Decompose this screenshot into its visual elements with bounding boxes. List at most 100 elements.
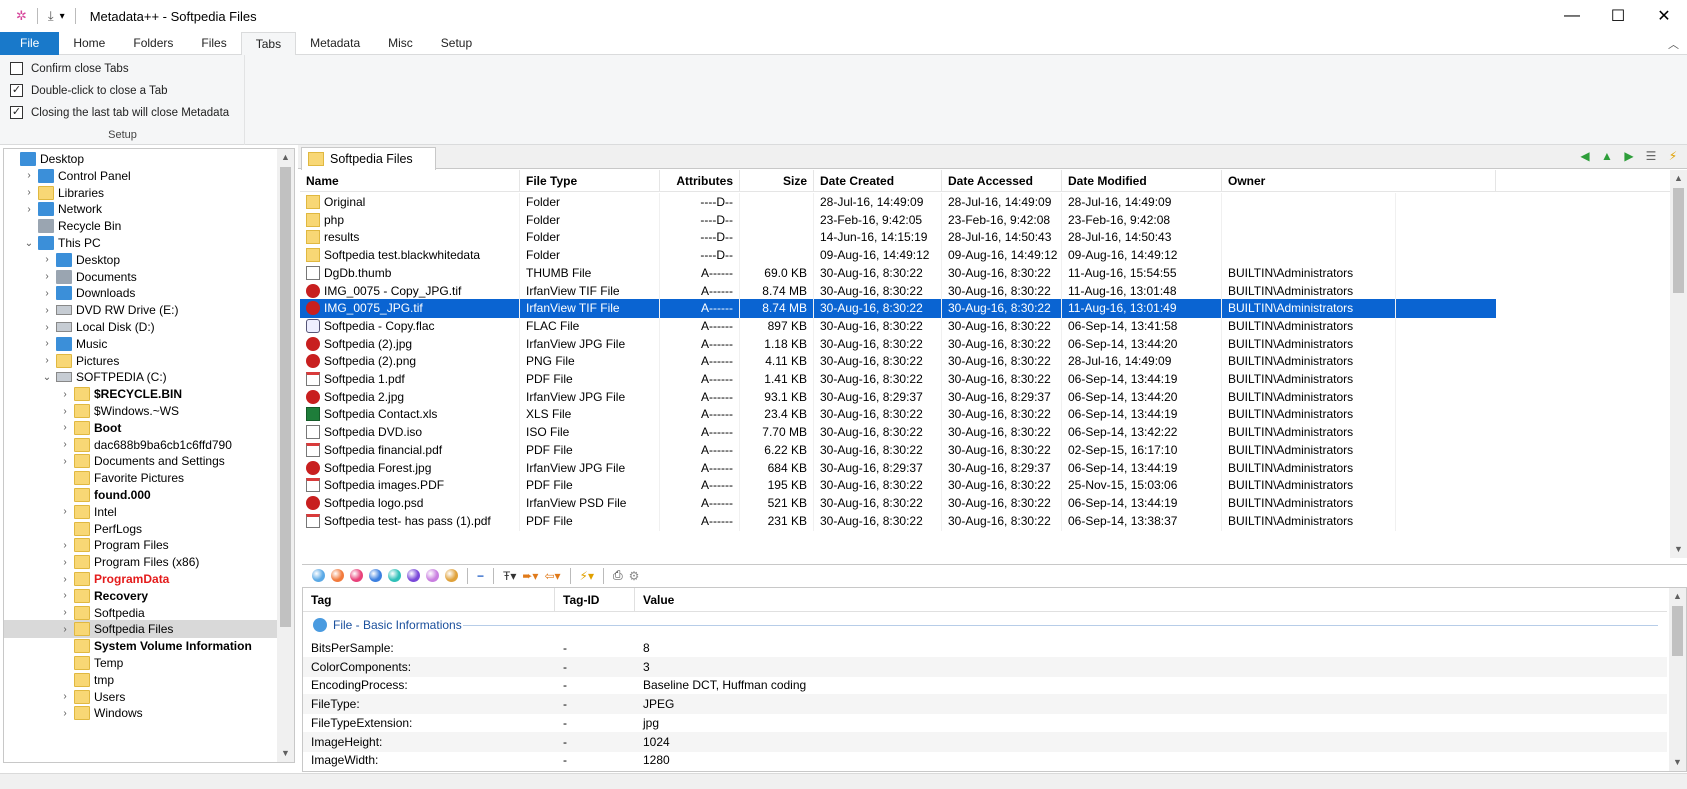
actions-icon[interactable]: ⚡ (1665, 148, 1681, 164)
tree-item[interactable]: › Recovery (4, 587, 279, 605)
file-row[interactable]: Softpedia Forest.jpg IrfanView JPG File A-… (300, 458, 1496, 478)
file-row[interactable]: Softpedia test.blackwhitedata Folder ----D… (300, 246, 1496, 266)
chevron-right-icon[interactable]: › (60, 406, 70, 417)
tab-home[interactable]: Home (59, 32, 119, 55)
chevron-right-icon[interactable]: › (42, 338, 52, 349)
chevron-right-icon[interactable]: › (42, 322, 52, 333)
scroll-down-icon[interactable]: ▼ (1670, 541, 1687, 558)
column-header-size[interactable]: Size (740, 170, 814, 192)
color-filter-dot-icon[interactable] (445, 569, 458, 582)
file-row[interactable]: Softpedia (2).jpg IrfanView JPG File A----… (300, 334, 1496, 354)
tree-item[interactable]: › DVD RW Drive (E:) (4, 301, 279, 319)
file-row[interactable]: Softpedia (2).png PNG File A------ 4.11 KB 3… (300, 352, 1496, 372)
tag-row[interactable]: BitsPerSample: - 8 (303, 638, 1667, 658)
tab-file[interactable]: File (0, 32, 60, 55)
tab-metadata[interactable]: Metadata (296, 32, 374, 55)
tree-item[interactable]: Favorite Pictures (4, 469, 279, 487)
tag-row[interactable]: ImageHeight: - 1024 (303, 731, 1667, 752)
tree-item[interactable]: › Boot (4, 419, 279, 437)
chevron-right-icon[interactable]: › (42, 254, 52, 265)
tree-item[interactable]: › $RECYCLE.BIN (4, 385, 279, 403)
chevron-right-icon[interactable]: › (60, 590, 70, 601)
file-row[interactable]: IMG_0075 - Copy_JPG.tif IrfanView TIF Fil… (300, 281, 1496, 301)
color-filter-dot-icon[interactable] (426, 569, 439, 582)
tree-item[interactable]: › Softpedia Files (4, 620, 279, 639)
scroll-down-icon[interactable]: ▼ (277, 745, 294, 762)
file-list-scrollbar[interactable]: ▲ ▼ (1670, 170, 1687, 558)
chevron-right-icon[interactable]: › (60, 439, 70, 450)
column-header-date-accessed[interactable]: Date Accessed (942, 170, 1062, 192)
double-click-close-option[interactable]: ✓ Double-click to close a Tab (10, 84, 168, 97)
tree-item[interactable]: › Pictures (4, 352, 279, 370)
chevron-right-icon[interactable]: › (24, 204, 34, 215)
chevron-right-icon[interactable]: › (42, 271, 52, 282)
chevron-right-icon[interactable]: › (60, 557, 70, 568)
tab-setup[interactable]: Setup (427, 32, 486, 55)
tree-item[interactable]: Temp (4, 654, 279, 672)
file-row[interactable]: Softpedia Contact.xls XLS File A------ 23.4… (300, 405, 1496, 425)
file-row[interactable]: php Folder ----D-- 23-Feb-16, 9:42:05 23-Feb… (300, 210, 1496, 230)
chevron-down-icon[interactable]: ⌄ (24, 238, 34, 249)
file-row[interactable]: Softpedia financial.pdf PDF File A------ 6.… (300, 440, 1496, 460)
collapse-ribbon-icon[interactable]: ︿ (1668, 36, 1679, 52)
file-row[interactable]: Softpedia 1.pdf PDF File A------ 1.41 KB 30-… (300, 370, 1496, 389)
tab-misc[interactable]: Misc (374, 32, 427, 55)
tab-folders[interactable]: Folders (119, 32, 187, 55)
color-filter-dot-icon[interactable] (388, 569, 401, 582)
back-icon[interactable]: ◀ (1577, 148, 1593, 164)
close-last-tab-option[interactable]: ✓ Closing the last tab will close Metada… (10, 106, 229, 119)
column-header-date-modified[interactable]: Date Modified (1062, 170, 1222, 192)
file-row[interactable]: Softpedia - Copy.flac FLAC File A------ 897… (300, 316, 1496, 336)
forward-arrow-icon[interactable]: ➨▾ (522, 569, 538, 583)
chevron-right-icon[interactable]: › (60, 607, 70, 618)
tab-files[interactable]: Files (187, 32, 240, 55)
chevron-right-icon[interactable]: › (42, 355, 52, 366)
tree-item[interactable]: › Libraries (4, 184, 279, 202)
print-icon[interactable]: ⎙ (613, 568, 623, 583)
tree-item[interactable]: › Network (4, 200, 279, 218)
tree-item[interactable]: › Control Panel (4, 167, 279, 185)
maximize-button[interactable]: ☐ (1595, 0, 1641, 32)
tree-item[interactable]: › Desktop (4, 251, 279, 269)
scroll-up-icon[interactable]: ▲ (1670, 170, 1687, 187)
chevron-right-icon[interactable]: › (60, 456, 70, 467)
tag-row[interactable]: EncodingProcess: - Baseline DCT, Huffman c… (303, 675, 1667, 695)
color-filter-dot-icon[interactable] (369, 569, 382, 582)
tag-row[interactable]: FileTypeExtension: - jpg (303, 713, 1667, 733)
tree-item[interactable]: › Music (4, 335, 279, 353)
chevron-right-icon[interactable]: › (24, 170, 34, 181)
column-header-name[interactable]: Name (300, 170, 520, 192)
chevron-right-icon[interactable]: › (60, 708, 70, 719)
tree-item[interactable]: Desktop (4, 150, 279, 168)
file-row[interactable]: Softpedia images.PDF PDF File A------ 195 K… (300, 476, 1496, 496)
chevron-right-icon[interactable]: › (24, 187, 34, 198)
chevron-right-icon[interactable]: › (60, 691, 70, 702)
tree-item[interactable]: › Program Files (4, 536, 279, 554)
tree-item[interactable]: tmp (4, 671, 279, 689)
chevron-right-icon[interactable]: › (60, 389, 70, 400)
chevron-right-icon[interactable]: › (60, 624, 70, 635)
file-row[interactable]: Softpedia test- has pass (1).pdf PDF File… (300, 511, 1496, 531)
tree-item[interactable]: › ProgramData (4, 570, 279, 588)
file-row[interactable]: Original Folder ----D-- 28-Jul-16, 14:49:09… (300, 193, 1496, 212)
tree-item[interactable]: ⌄ SOFTPEDIA (C:) (4, 368, 279, 386)
file-row[interactable]: DgDb.thumb THUMB File A------ 69.0 KB 30-Aug… (300, 263, 1496, 283)
tag-row[interactable]: FileType: - JPEG (303, 694, 1667, 715)
tree-item[interactable]: › dac688b9ba6cb1c6ffd790 (4, 436, 279, 454)
column-header-file-type[interactable]: File Type (520, 170, 660, 192)
column-header-attributes[interactable]: Attributes (660, 170, 740, 192)
chevron-right-icon[interactable]: › (42, 305, 52, 316)
file-row[interactable]: IMG_0075_JPG.tif IrfanView TIF File A-----… (300, 299, 1496, 319)
view-options-icon[interactable]: ☰ (1643, 148, 1659, 164)
confirm-close-tabs-option[interactable]: Confirm close Tabs (10, 62, 129, 75)
scroll-thumb[interactable] (1673, 188, 1684, 293)
color-filter-dot-icon[interactable] (331, 569, 344, 582)
column-header-value[interactable]: Value (635, 588, 1667, 612)
column-header-owner[interactable]: Owner (1222, 170, 1496, 192)
column-header-tag[interactable]: Tag (303, 588, 555, 612)
chevron-right-icon[interactable]: › (60, 422, 70, 433)
tree-item[interactable]: Recycle Bin (4, 217, 279, 235)
download-icon[interactable]: ⤓ (48, 8, 54, 24)
tree-item[interactable]: › Local Disk (D:) (4, 318, 279, 336)
tree-item[interactable]: › Users (4, 688, 279, 706)
